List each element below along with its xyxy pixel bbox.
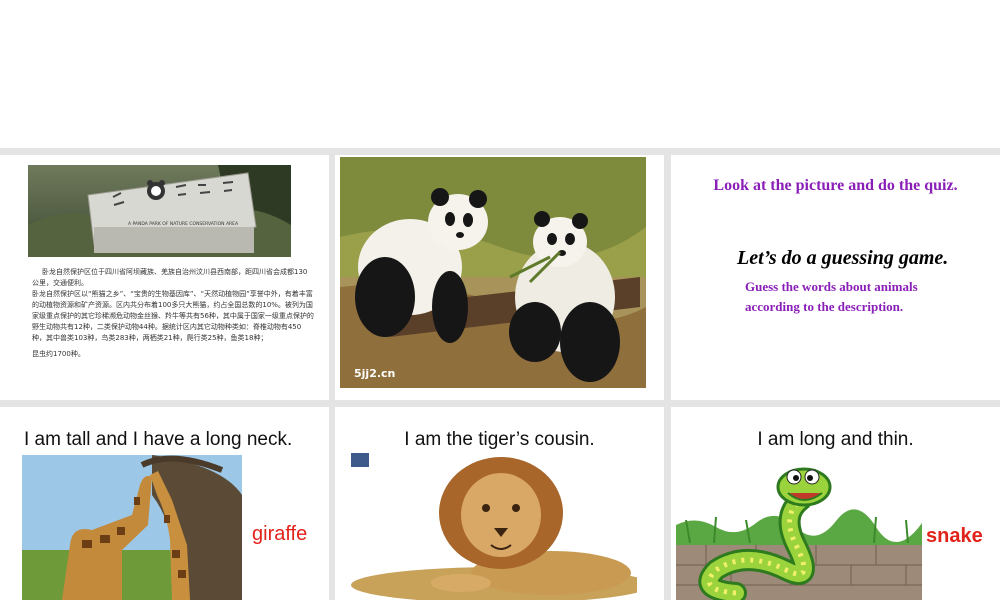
slide-wolong-reserve[interactable]: A PANDA PARK OF NATURE CONSERVATION AREA… (0, 155, 329, 400)
quiz-instruction: Look at the picture and do the quiz. (713, 177, 958, 194)
description-paragraph: 卧龙自然保护区位于四川省阿坝藏族、羌族自治州汶川县西南部，距四川省会成都130公… (32, 268, 308, 287)
reserve-description: 卧龙自然保护区位于四川省阿坝藏族、羌族自治州汶川县西南部，距四川省会成都130公… (32, 267, 314, 360)
slide-snake[interactable]: I am long and thin. snake (671, 407, 1000, 600)
snake-clue: I am long and thin. (757, 429, 914, 450)
description-paragraph: 昆虫约1700种。 (32, 350, 85, 358)
giraffe-photo (22, 455, 242, 600)
slide-pandas[interactable]: 5jj2.cn (335, 155, 664, 400)
lion-clue: I am the tiger’s cousin. (404, 429, 595, 450)
guessing-game-title: Let’s do a guessing game. (737, 247, 949, 269)
lion-photo (351, 453, 637, 600)
reserve-sign-photo: A PANDA PARK OF NATURE CONSERVATION AREA (28, 165, 291, 257)
snake-answer: snake (926, 525, 983, 547)
slide-giraffe[interactable]: I am tall and I have a long neck. giraff… (0, 407, 329, 600)
slide-lion[interactable]: I am the tiger’s cousin. (335, 407, 664, 600)
snake-cartoon (676, 465, 922, 600)
giraffe-answer: giraffe (252, 523, 308, 545)
guess-instruction: Guess the words about animals according … (745, 279, 918, 314)
giraffe-clue: I am tall and I have a long neck. (24, 429, 293, 450)
sign-latin-text: A PANDA PARK OF NATURE CONSERVATION AREA (128, 221, 239, 227)
photo-watermark: 5jj2.cn (354, 367, 395, 380)
pandas-photo: 5jj2.cn (340, 157, 646, 388)
description-paragraph: 卧龙自然保护区以“熊猫之乡”、“宝贵的生物基因库”、“天然动植物园”享誉中外，有… (32, 290, 314, 342)
slide-quiz-intro[interactable]: Look at the picture and do the quiz. Let… (671, 155, 1000, 400)
